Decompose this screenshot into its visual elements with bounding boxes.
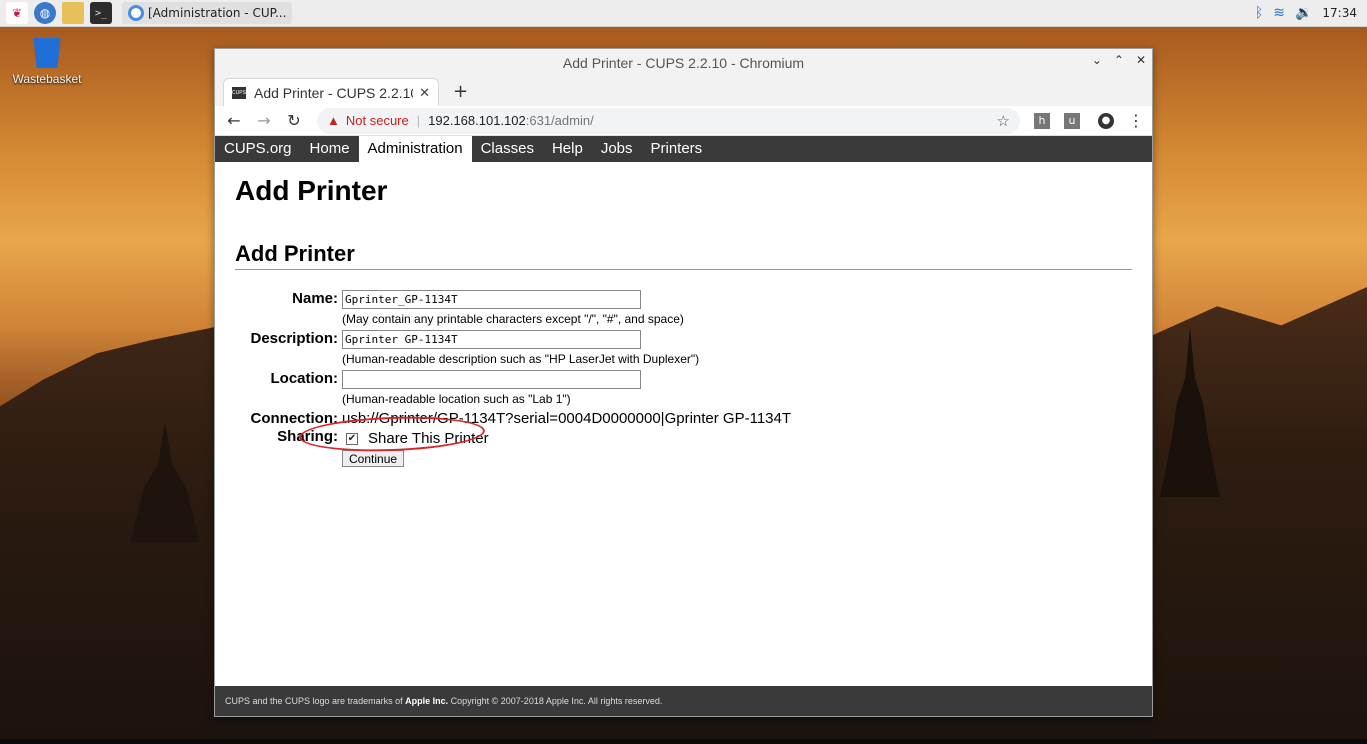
location-input[interactable] bbox=[342, 370, 641, 389]
taskbar-window-title: [Administration - CUP... bbox=[148, 6, 287, 20]
cups-footer: CUPS and the CUPS logo are trademarks of… bbox=[215, 686, 1152, 716]
close-icon[interactable]: ✕ bbox=[1136, 53, 1146, 67]
tab-strip: CUPS Add Printer - CUPS 2.2.10 ✕ + bbox=[215, 76, 1152, 106]
name-input[interactable] bbox=[342, 290, 641, 309]
web-browser-icon[interactable]: ◍ bbox=[34, 2, 56, 24]
description-input[interactable] bbox=[342, 330, 641, 349]
continue-button[interactable]: Continue bbox=[342, 450, 405, 467]
file-manager-icon[interactable] bbox=[62, 2, 84, 24]
nav-printers[interactable]: Printers bbox=[642, 136, 712, 162]
nav-help[interactable]: Help bbox=[543, 136, 592, 162]
tab-close-icon[interactable]: ✕ bbox=[419, 85, 430, 101]
wastebasket-icon bbox=[33, 38, 61, 68]
footer-text-post: Copyright © 2007-2018 Apple Inc. All rig… bbox=[450, 696, 663, 706]
footer-text-pre: CUPS and the CUPS logo are trademarks of bbox=[225, 696, 403, 706]
back-arrow-icon[interactable]: ← bbox=[223, 111, 245, 130]
description-row: Description: (Human-readable description… bbox=[235, 330, 1132, 370]
footer-brand[interactable]: Apple Inc. bbox=[405, 696, 448, 706]
name-row: Name: (May contain any printable charact… bbox=[235, 290, 1132, 330]
extension-u-icon[interactable]: u bbox=[1064, 112, 1080, 129]
system-tray: ᛒ ≋ 🔉 17:34 bbox=[1255, 5, 1367, 21]
browser-window: Add Printer - CUPS 2.2.10 - Chromium ⌄ ⌃… bbox=[214, 48, 1153, 717]
security-label[interactable]: Not secure bbox=[346, 113, 409, 128]
address-separator: | bbox=[416, 113, 421, 128]
taskbar-window-button[interactable]: [Administration - CUP... bbox=[122, 2, 293, 24]
location-row: Location: (Human-readable location such … bbox=[235, 370, 1132, 410]
terminal-icon[interactable]: >_ bbox=[90, 2, 112, 24]
location-label: Location: bbox=[270, 370, 339, 387]
page-title: Add Printer bbox=[235, 175, 388, 206]
nav-administration[interactable]: Administration bbox=[358, 136, 472, 162]
section-title: Add Printer bbox=[235, 241, 1132, 270]
nav-home[interactable]: Home bbox=[301, 136, 359, 162]
maximize-icon[interactable]: ⌃ bbox=[1114, 53, 1124, 67]
window-titlebar[interactable]: Add Printer - CUPS 2.2.10 - Chromium ⌄ ⌃… bbox=[215, 49, 1152, 76]
raspberry-menu-icon[interactable]: ❦ bbox=[6, 2, 28, 24]
tab-title: Add Printer - CUPS 2.2.10 bbox=[254, 84, 414, 101]
bookmark-star-icon[interactable]: ☆ bbox=[997, 112, 1010, 130]
warning-icon[interactable]: ▲ bbox=[327, 113, 340, 128]
description-hint: (Human-readable description such as "HP … bbox=[342, 352, 700, 366]
wastebasket-shortcut[interactable]: Wastebasket bbox=[10, 38, 84, 86]
screen-bottom-edge bbox=[0, 739, 1367, 744]
name-hint: (May contain any printable characters ex… bbox=[342, 312, 684, 326]
taskbar: ❦ ◍ >_ [Administration - CUP... ᛒ ≋ 🔉 17… bbox=[0, 0, 1367, 27]
volume-icon[interactable]: 🔉 bbox=[1295, 5, 1312, 21]
nav-classes[interactable]: Classes bbox=[472, 136, 543, 162]
page-content: Add Printer Add Printer Name: (May conta… bbox=[215, 162, 1152, 656]
chromium-icon bbox=[128, 5, 144, 21]
location-hint: (Human-readable location such as "Lab 1"… bbox=[342, 392, 571, 406]
minimize-icon[interactable]: ⌄ bbox=[1092, 53, 1102, 67]
tab-add-printer[interactable]: CUPS Add Printer - CUPS 2.2.10 ✕ bbox=[223, 78, 439, 106]
url-host: 192.168.101.102 bbox=[428, 113, 526, 128]
clock[interactable]: 17:34 bbox=[1322, 6, 1357, 20]
forward-arrow-icon[interactable]: → bbox=[253, 111, 275, 130]
wallpaper-hills-right bbox=[1153, 287, 1367, 744]
nav-jobs[interactable]: Jobs bbox=[592, 136, 642, 162]
extension-h-icon[interactable]: h bbox=[1034, 112, 1050, 129]
wastebasket-label: Wastebasket bbox=[12, 72, 82, 86]
wifi-icon[interactable]: ≋ bbox=[1273, 5, 1285, 21]
nav-cups-org[interactable]: CUPS.org bbox=[215, 136, 301, 162]
name-label: Name: bbox=[292, 290, 338, 307]
window-title: Add Printer - CUPS 2.2.10 - Chromium bbox=[562, 54, 805, 71]
new-tab-icon[interactable]: + bbox=[453, 81, 468, 102]
browser-menu-icon[interactable]: ⋮ bbox=[1128, 111, 1144, 130]
description-label: Description: bbox=[250, 330, 338, 347]
bluetooth-icon[interactable]: ᛒ bbox=[1255, 5, 1263, 21]
url-path: :631/admin/ bbox=[525, 113, 594, 128]
reload-icon[interactable]: ↻ bbox=[283, 111, 305, 130]
cups-nav-bar: CUPS.org Home Administration Classes Hel… bbox=[215, 136, 1152, 162]
cups-favicon-icon: CUPS bbox=[232, 86, 246, 99]
window-controls: ⌄ ⌃ ✕ bbox=[1092, 53, 1146, 67]
browser-toolbar: ← → ↻ ▲ Not secure | 192.168.101.102 :63… bbox=[215, 106, 1152, 136]
profile-avatar-icon[interactable]: ● bbox=[1098, 112, 1114, 129]
address-bar[interactable]: ▲ Not secure | 192.168.101.102 :631/admi… bbox=[317, 107, 1020, 134]
